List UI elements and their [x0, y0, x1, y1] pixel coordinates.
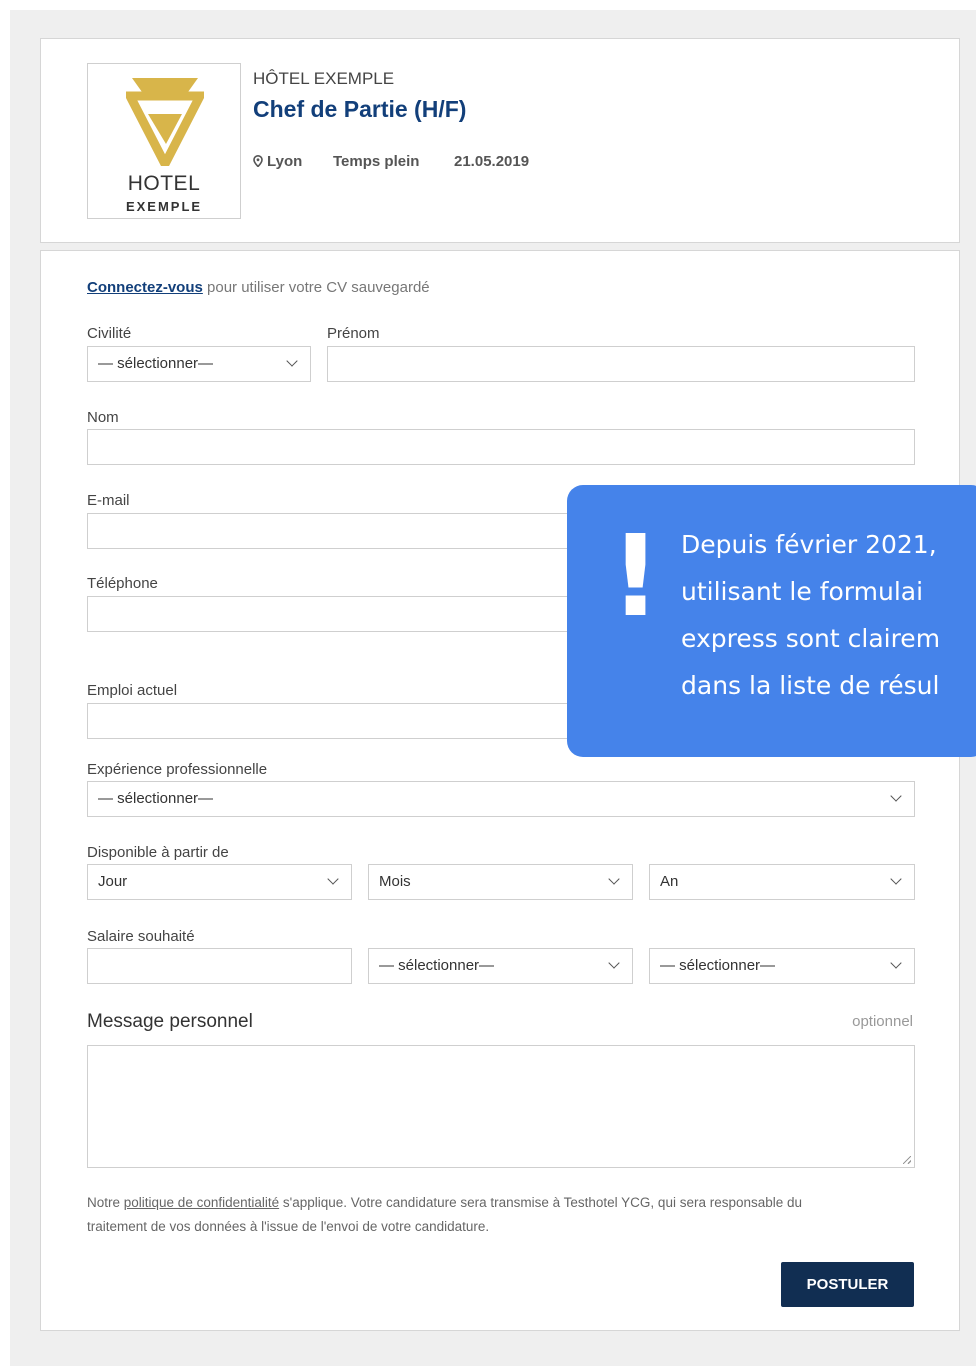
submit-button[interactable]: POSTULER [781, 1262, 914, 1307]
notice-line: utilisant le formulai [681, 577, 924, 606]
phone-label: Téléphone [87, 575, 158, 592]
job-title: Chef de Partie (H/F) [253, 96, 467, 122]
job-header-card: HOTEL EXEMPLE HÔTEL EXEMPLE Chef de Part… [40, 38, 960, 243]
job-location: Lyon [253, 153, 302, 170]
lastname-label: Nom [87, 409, 119, 426]
lastname-input[interactable] [87, 429, 915, 465]
civility-select-value: — sélectionner— [98, 355, 214, 372]
login-prompt: Connectez-vous pour utiliser votre CV sa… [87, 279, 430, 296]
resize-handle-icon[interactable] [903, 1156, 911, 1164]
message-label: Message personnel [87, 1011, 253, 1032]
chevron-down-icon [608, 957, 620, 969]
salary-input[interactable] [87, 948, 352, 984]
salary-currency-value: — sélectionner— [379, 957, 495, 974]
logo-emblem-icon [126, 78, 204, 166]
notice-line: express sont clairem [681, 624, 941, 653]
privacy-policy-link[interactable]: politique de confidentialité [124, 1195, 279, 1210]
optional-label: optionnel [852, 1013, 913, 1030]
firstname-label: Prénom [327, 325, 380, 342]
logo-text-exemple: EXEMPLE [125, 199, 203, 214]
year-select[interactable]: An [649, 864, 915, 900]
civility-select[interactable]: — sélectionner— [87, 346, 311, 382]
chevron-down-icon [890, 790, 902, 802]
experience-select[interactable]: — sélectionner— [87, 781, 915, 817]
privacy-notice: Notre politique de confidentialité s'app… [87, 1191, 847, 1239]
year-select-value: An [660, 873, 679, 890]
month-select-value: Mois [379, 873, 411, 890]
job-date: 21.05.2019 [454, 153, 530, 170]
application-form-card: Connectez-vous pour utiliser votre CV sa… [40, 250, 960, 1331]
hotel-name: HÔTEL EXEMPLE [253, 69, 395, 88]
salary-period-select[interactable]: — sélectionner— [649, 948, 915, 984]
login-prompt-text: pour utiliser votre CV sauvegardé [202, 279, 430, 296]
info-notice-overlay: ! Depuis février 2021, utilisant le form… [567, 485, 976, 757]
chevron-down-icon [890, 873, 902, 885]
notice-line: dans la liste de résul [681, 671, 940, 700]
logo-text-hotel: HOTEL [127, 172, 201, 195]
message-textarea[interactable] [87, 1045, 915, 1168]
month-select[interactable]: Mois [368, 864, 633, 900]
hotel-logo: HOTEL EXEMPLE [87, 63, 241, 219]
experience-select-value: — sélectionner— [98, 790, 214, 807]
availability-label: Disponible à partir de [87, 844, 229, 861]
notice-line: Depuis février 2021, [681, 530, 937, 559]
job-location-text: Lyon [267, 153, 303, 170]
firstname-input[interactable] [327, 346, 915, 382]
privacy-text-pre: Notre [87, 1195, 124, 1210]
notice-text: Depuis février 2021, utilisant le formul… [681, 521, 976, 709]
chevron-down-icon [608, 873, 620, 885]
salary-currency-select[interactable]: — sélectionner— [368, 948, 633, 984]
location-pin-icon [253, 155, 263, 167]
chevron-down-icon [327, 873, 339, 885]
exclamation-icon: ! [610, 512, 662, 642]
login-link[interactable]: Connectez-vous [87, 279, 203, 296]
salary-period-value: — sélectionner— [660, 957, 776, 974]
chevron-down-icon [286, 355, 298, 367]
experience-label: Expérience professionnelle [87, 761, 268, 778]
job-contract-type: Temps plein [333, 153, 420, 170]
salary-label: Salaire souhaité [87, 928, 195, 945]
email-label: E-mail [87, 492, 130, 509]
current-job-label: Emploi actuel [87, 682, 178, 699]
civility-label: Civilité [87, 325, 132, 342]
day-select-value: Jour [98, 873, 128, 890]
day-select[interactable]: Jour [87, 864, 352, 900]
chevron-down-icon [890, 957, 902, 969]
